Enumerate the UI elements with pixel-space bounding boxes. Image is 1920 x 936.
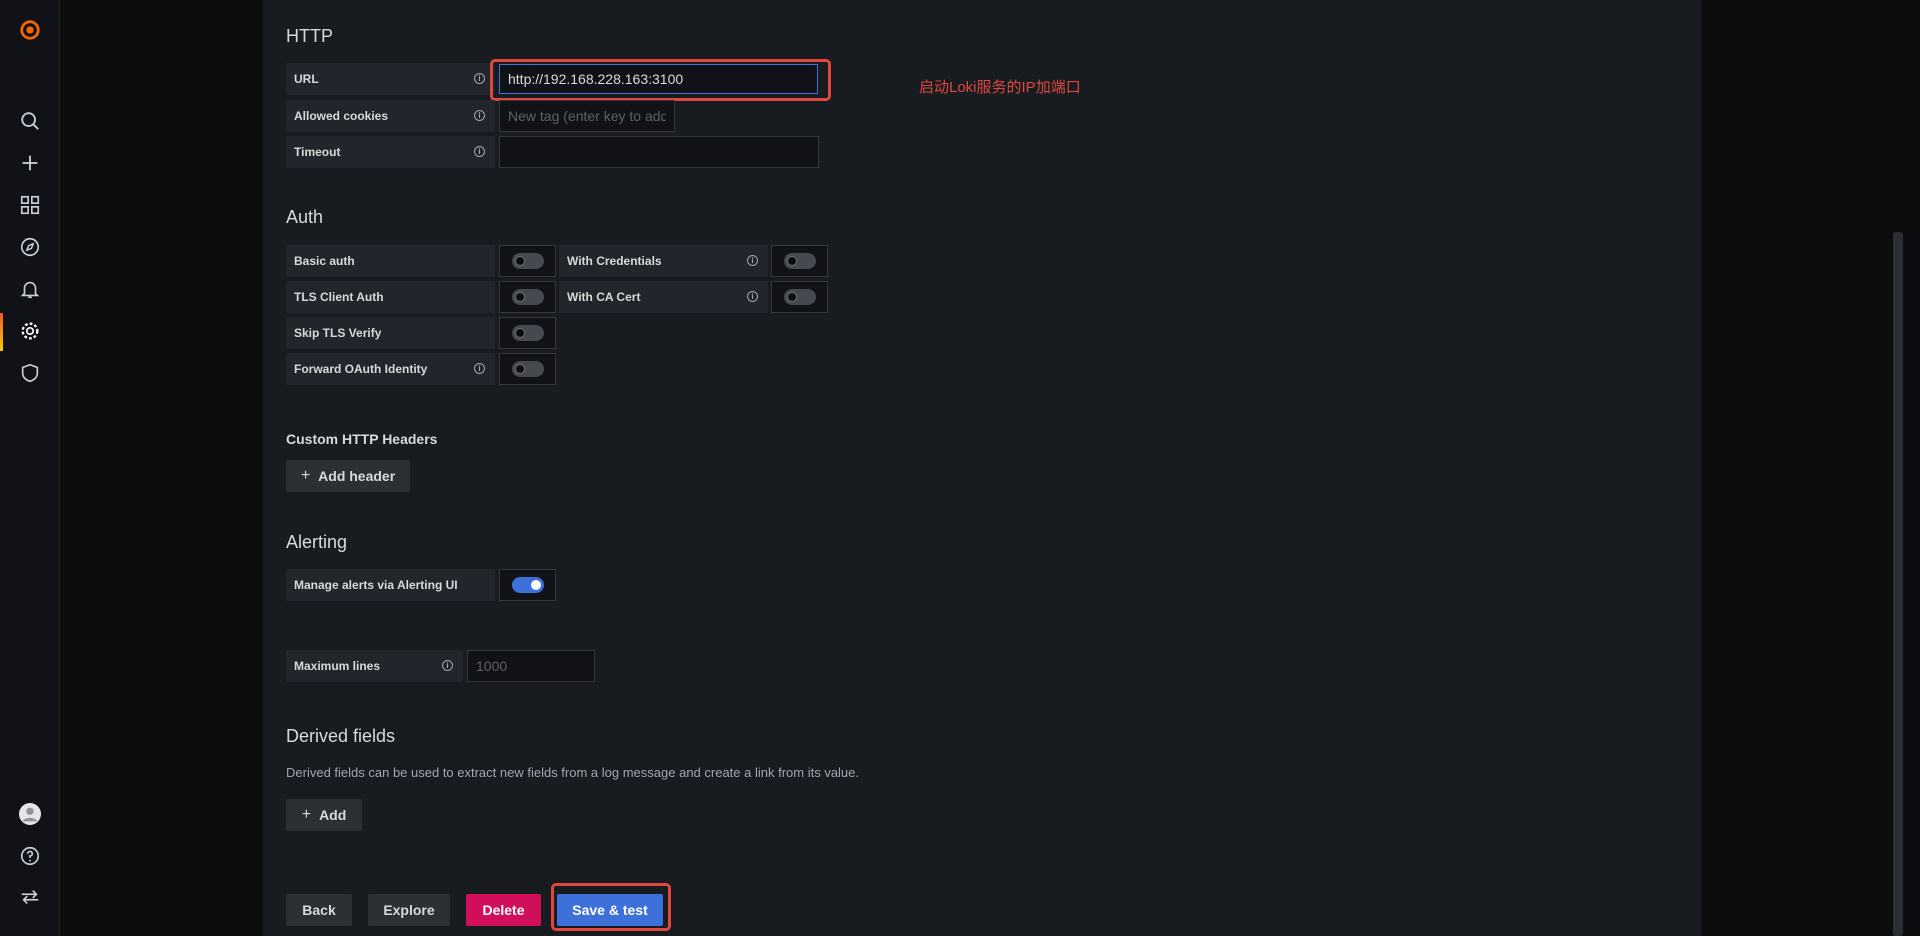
basic-auth-toggle[interactable] [499,245,556,277]
grafana-logo[interactable] [0,12,59,48]
skip-tls-verify-toggle[interactable] [499,317,556,349]
add-header-button[interactable]: + Add header [286,460,410,492]
explore-icon[interactable] [0,229,59,265]
sidebar [0,0,60,936]
info-icon[interactable]: i [747,291,758,302]
max-lines-label: Maximum lines i [286,650,463,682]
toggle-switch[interactable] [511,289,544,305]
toggle-switch[interactable] [511,325,544,341]
tls-client-auth-toggle[interactable] [499,281,556,313]
alerting-section-title: Alerting [286,532,348,552]
info-icon[interactable]: i [474,73,485,84]
delete-button[interactable]: Delete [466,894,541,926]
toggle-switch[interactable] [783,289,816,305]
switch-icon[interactable] [0,879,59,915]
allowed-cookies-label: Allowed cookies i [286,100,495,132]
plus-icon: + [300,467,311,484]
timeout-label: Timeout i [286,136,495,168]
custom-headers-title: Custom HTTP Headers [286,431,438,447]
toggle-switch[interactable] [783,253,816,269]
info-icon[interactable]: i [474,363,485,374]
plus-icon: + [301,806,312,823]
with-ca-cert-toggle[interactable] [771,281,828,313]
tls-client-auth-label: TLS Client Auth [286,281,495,313]
grafana-logo-icon [19,19,40,40]
dashboards-icon[interactable] [0,187,59,223]
highlight-frame-url [490,59,831,101]
add-derived-field-button[interactable]: + Add [286,799,362,831]
allowed-cookies-input[interactable] [499,100,675,132]
forward-oauth-label: Forward OAuth Identity i [286,353,495,385]
search-icon[interactable] [0,103,59,139]
help-icon[interactable] [0,838,59,874]
manage-alerts-toggle[interactable] [499,569,556,601]
annotation-text: 启动Loki服务的IP加端口 [919,79,1081,96]
highlight-frame-save [551,883,671,931]
toggle-switch[interactable] [511,361,544,377]
shield-icon[interactable] [0,355,59,391]
add-header-label: Add header [318,468,396,484]
info-icon[interactable]: i [442,660,453,671]
back-button[interactable]: Back [286,894,352,926]
max-lines-label-text: Maximum lines [294,659,381,673]
basic-auth-label: Basic auth [286,245,495,277]
gear-icon[interactable] [0,313,59,349]
with-credentials-label: With Credentials i [559,245,768,277]
toggle-switch[interactable] [511,253,544,269]
manage-alerts-label: Manage alerts via Alerting UI [286,569,495,601]
forward-oauth-label-text: Forward OAuth Identity [294,362,428,376]
url-label-text: URL [294,72,319,86]
http-section-title: HTTP [286,26,333,46]
with-credentials-toggle[interactable] [771,245,828,277]
with-ca-cert-label-text: With CA Cert [567,290,641,304]
add-label: Add [319,807,347,823]
toggle-switch-on[interactable] [511,577,544,593]
max-lines-input[interactable] [467,650,595,682]
timeout-input[interactable] [499,136,819,168]
timeout-label-text: Timeout [294,145,341,159]
avatar[interactable] [0,796,59,832]
alerting-bell-icon[interactable] [0,271,59,307]
auth-section-title: Auth [286,207,324,227]
info-icon[interactable]: i [474,110,485,121]
info-icon[interactable]: i [474,146,485,157]
skip-tls-verify-label: Skip TLS Verify [286,317,495,349]
forward-oauth-toggle[interactable] [499,353,556,385]
scrollbar[interactable] [1893,232,1903,936]
explore-button[interactable]: Explore [368,894,450,926]
with-credentials-label-text: With Credentials [567,254,662,268]
info-icon[interactable]: i [747,255,758,266]
derived-fields-title: Derived fields [286,726,396,746]
with-ca-cert-label: With CA Cert i [559,281,768,313]
url-label: URL i [286,63,495,95]
allowed-cookies-label-text: Allowed cookies [294,109,389,123]
plus-icon[interactable] [0,145,59,181]
derived-fields-description: Derived fields can be used to extract ne… [286,765,860,780]
